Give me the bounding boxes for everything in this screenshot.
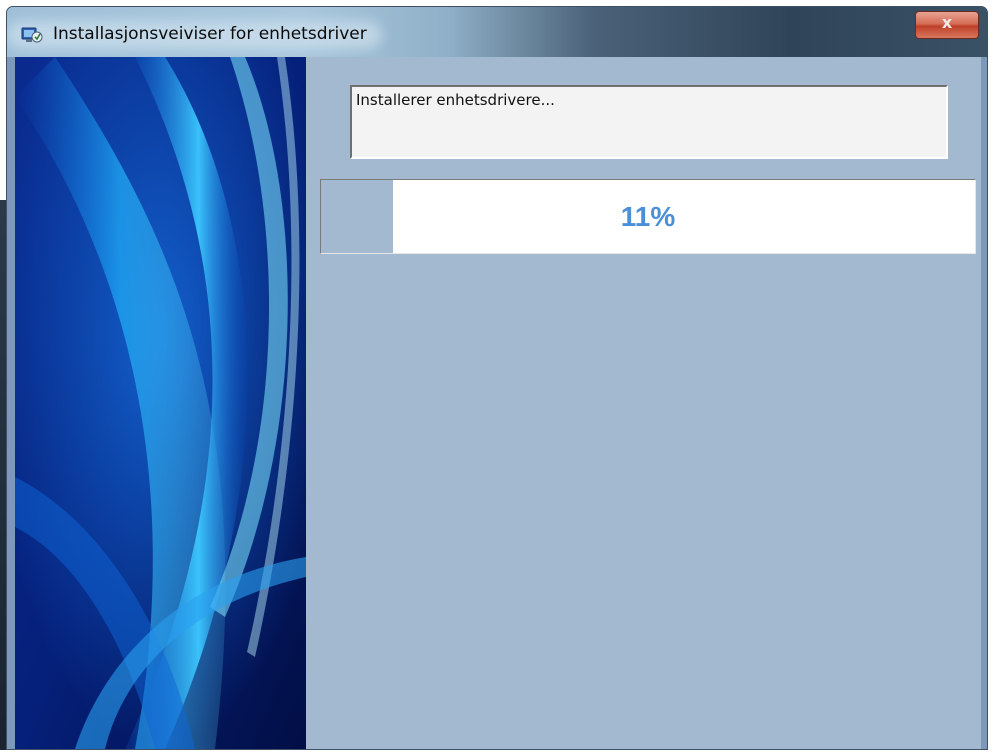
status-message: Installerer enhetsdrivere...	[356, 91, 555, 109]
progress-percent-label: 11%	[620, 200, 676, 232]
close-button[interactable]: x	[915, 11, 979, 39]
window-title: Installasjonsveiviser for enhetsdriver	[53, 24, 367, 44]
side-banner-image	[15, 57, 306, 749]
installer-icon[interactable]	[21, 25, 43, 45]
status-text-box: Installerer enhetsdrivere...	[350, 85, 948, 159]
client-area: Installerer enhetsdrivere... 11%	[15, 57, 981, 749]
progress-bar: 11%	[320, 179, 976, 254]
close-icon: x	[941, 13, 953, 32]
title-bar[interactable]: Installasjonsveiviser for enhetsdriver x	[7, 7, 987, 57]
installer-window: Installasjonsveiviser for enhetsdriver x	[6, 6, 988, 750]
